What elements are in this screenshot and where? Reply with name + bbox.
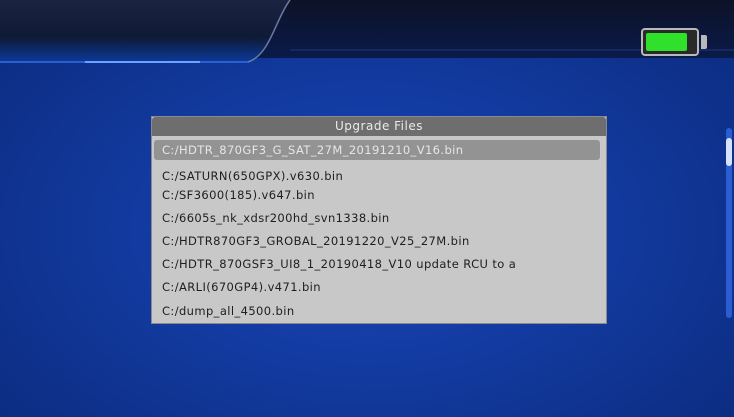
header-graphic: [0, 0, 734, 63]
dialog-title: Upgrade Files: [152, 117, 606, 136]
scrollbar[interactable]: [726, 128, 732, 318]
file-item[interactable]: C:/HDTR_870GSF3_UI8_1_20190418_V10 updat…: [154, 254, 600, 274]
file-item[interactable]: C:/dump_all_4500.bin: [154, 301, 600, 321]
file-item[interactable]: C:/HDTR_870GF3_G_SAT_27M_20191210_V16.bi…: [154, 140, 600, 160]
file-item[interactable]: C:/6605s_nk_xdsr200hd_svn1338.bin: [154, 208, 600, 228]
file-item[interactable]: C:/ARLI(670GP4).v471.bin: [154, 277, 600, 297]
scroll-thumb[interactable]: [726, 138, 732, 166]
battery-icon: [641, 28, 699, 56]
file-item[interactable]: C:/HDTR870GF3_GROBAL_20191220_V25_27M.bi…: [154, 231, 600, 251]
file-item[interactable]: C:/SATURN(650GPX).v630.bin: [154, 166, 600, 186]
file-item[interactable]: C:/SF3600(185).v647.bin: [154, 185, 600, 205]
battery-level-fill: [646, 33, 687, 51]
battery-tip: [701, 35, 707, 49]
header-bar: [0, 0, 734, 70]
tv-screen: Upgrade Files C:/HDTR_870GF3_G_SAT_27M_2…: [0, 0, 734, 417]
upgrade-files-dialog: Upgrade Files C:/HDTR_870GF3_G_SAT_27M_2…: [151, 116, 607, 324]
